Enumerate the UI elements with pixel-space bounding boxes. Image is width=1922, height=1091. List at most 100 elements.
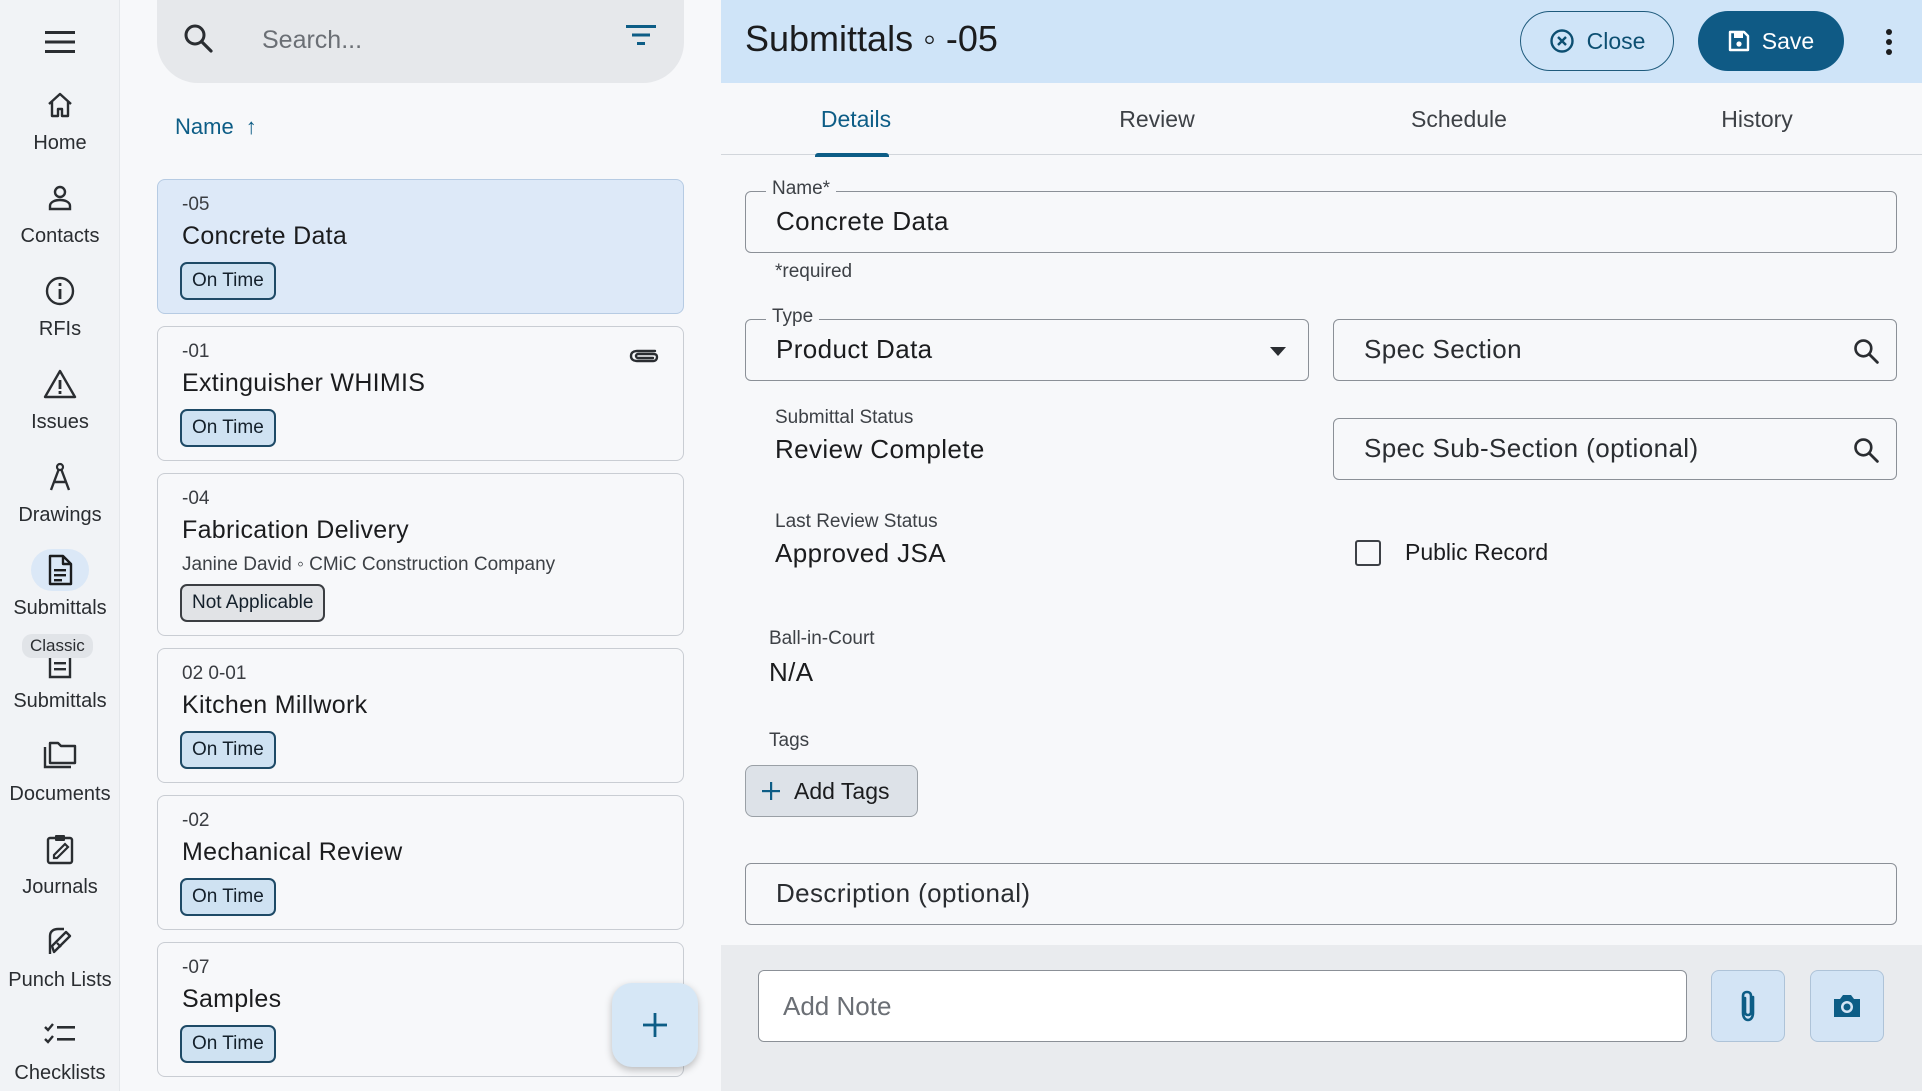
description-field[interactable]: Description (optional) [745,863,1897,925]
name-field-value: Concrete Data [776,206,949,236]
status-badge: On Time [180,731,276,769]
spec-section-field[interactable]: Spec Section [1333,319,1897,381]
classic-badge: Classic [22,634,93,658]
attachment-icon [629,345,659,370]
public-record-label: Public Record [1405,539,1549,565]
item-id: -07 [182,957,210,978]
nav-item-rfis[interactable]: RFIs [0,270,120,360]
nav-label: Punch Lists [8,969,112,991]
required-helper-text: *required [775,261,853,282]
nav-item-documents[interactable]: Documents [0,735,120,825]
item-title: Concrete Data [182,222,348,250]
nav-item-punch-lists[interactable]: Punch Lists [0,921,120,1011]
nav-label: Submittals [13,597,107,619]
dropdown-arrow-icon [1270,347,1286,356]
item-title: Kitchen Millwork [182,691,368,719]
add-submittal-button[interactable] [612,983,698,1067]
nav-item-issues[interactable]: Issues [0,363,120,453]
save-button[interactable]: Save [1698,11,1844,71]
filter-icon[interactable] [626,24,658,56]
list-item[interactable]: -04 Fabrication Delivery Janine David ◦ … [157,473,684,636]
public-record-checkbox[interactable] [1355,540,1381,566]
ball-in-court-value: N/A [769,657,814,687]
nav-label: Contacts [20,225,100,247]
tab-label: Review [1119,105,1195,132]
folder-icon [31,735,89,777]
status-badge: On Time [180,262,276,300]
item-id: -01 [182,341,210,362]
item-id: -05 [182,194,210,215]
nav-item-checklists[interactable]: Checklists [0,1014,120,1091]
page-title: Submittals ◦ -05 [745,18,998,59]
document-icon [31,549,89,591]
last-review-status-value: Approved JSA [775,538,947,568]
tab-history[interactable]: History [1697,83,1817,155]
info-icon [31,270,89,312]
list-item[interactable]: -01 Extinguisher WHIMIS On Time [157,326,684,461]
description-placeholder: Description (optional) [776,878,1031,908]
tab-indicator [815,153,889,157]
submittal-status-label: Submittal Status [775,407,914,428]
list-item[interactable]: 02 0-01 Kitchen Millwork On Time [157,648,684,783]
nav-rail: Home Contacts RFIs Issues Drawings Submi… [0,0,120,1091]
nav-label: Journals [22,876,98,898]
nav-label: Checklists [14,1062,106,1084]
spec-section-placeholder: Spec Section [1364,334,1523,364]
home-icon [31,84,89,126]
tab-label: Details [820,105,892,132]
search-input[interactable] [262,18,592,62]
close-circle-icon [1549,29,1574,53]
search-icon[interactable] [1852,436,1880,464]
nav-label: Documents [9,783,111,805]
type-select-label: Type [766,306,820,328]
status-badge: Not Applicable [180,584,326,622]
person-icon [31,177,89,219]
camera-button[interactable] [1810,970,1884,1042]
compass-icon [31,456,89,498]
journal-icon [31,828,89,870]
tab-details[interactable]: Details [801,83,911,157]
nav-label: Submittals [13,690,107,712]
nav-item-home[interactable]: Home [0,84,120,174]
name-field[interactable]: Name* Concrete Data [745,178,1897,253]
item-title: Mechanical Review [182,838,403,866]
note-bar [721,945,1922,1091]
nav-item-drawings[interactable]: Drawings [0,456,120,546]
close-button[interactable]: Close [1520,11,1674,71]
list-item[interactable]: -07 Samples On Time [157,942,684,1077]
detail-header: Submittals ◦ -05 Close Save [721,0,1922,83]
spec-subsection-field[interactable]: Spec Sub-Section (optional) [1333,418,1897,480]
nav-label: Drawings [18,504,102,526]
warning-icon [31,363,89,405]
app-root: Home Contacts RFIs Issues Drawings Submi… [0,0,1922,1091]
item-id: -02 [182,810,210,831]
more-options-icon[interactable] [1877,24,1901,60]
menu-button[interactable] [38,24,82,60]
detail-panel: Submittals ◦ -05 Close Save Details Revi… [721,0,1922,1091]
nav-item-contacts[interactable]: Contacts [0,177,120,267]
tab-schedule[interactable]: Schedule [1389,83,1529,155]
item-subtitle: Janine David ◦ CMiC Construction Company [182,554,556,575]
attach-file-button[interactable] [1711,970,1785,1042]
paperclip-icon [1741,990,1755,1022]
last-review-status-label: Last Review Status [775,511,938,532]
nav-item-submittals[interactable]: Submittals [0,549,120,639]
status-badge: On Time [180,1025,276,1063]
list-item[interactable]: -02 Mechanical Review On Time [157,795,684,930]
tab-review[interactable]: Review [1097,83,1217,155]
item-id: -04 [182,488,210,509]
tab-label: History [1721,105,1793,132]
submittal-status-value: Review Complete [775,434,985,464]
add-note-input[interactable] [758,970,1687,1042]
type-select[interactable]: Type Product Data [745,306,1309,381]
search-icon[interactable] [182,22,214,54]
ball-in-court-label: Ball-in-Court [769,628,875,649]
nav-label: RFIs [38,318,82,340]
search-icon[interactable] [1852,337,1880,365]
add-tags-button[interactable]: Add Tags [745,765,918,817]
add-tags-label: Add Tags [794,777,890,804]
hamburger-icon [45,31,75,53]
list-item[interactable]: -05 Concrete Data On Time [157,179,684,314]
sort-by-name-button[interactable]: Name ↑ [175,114,257,140]
nav-item-journals[interactable]: Journals [0,828,120,918]
